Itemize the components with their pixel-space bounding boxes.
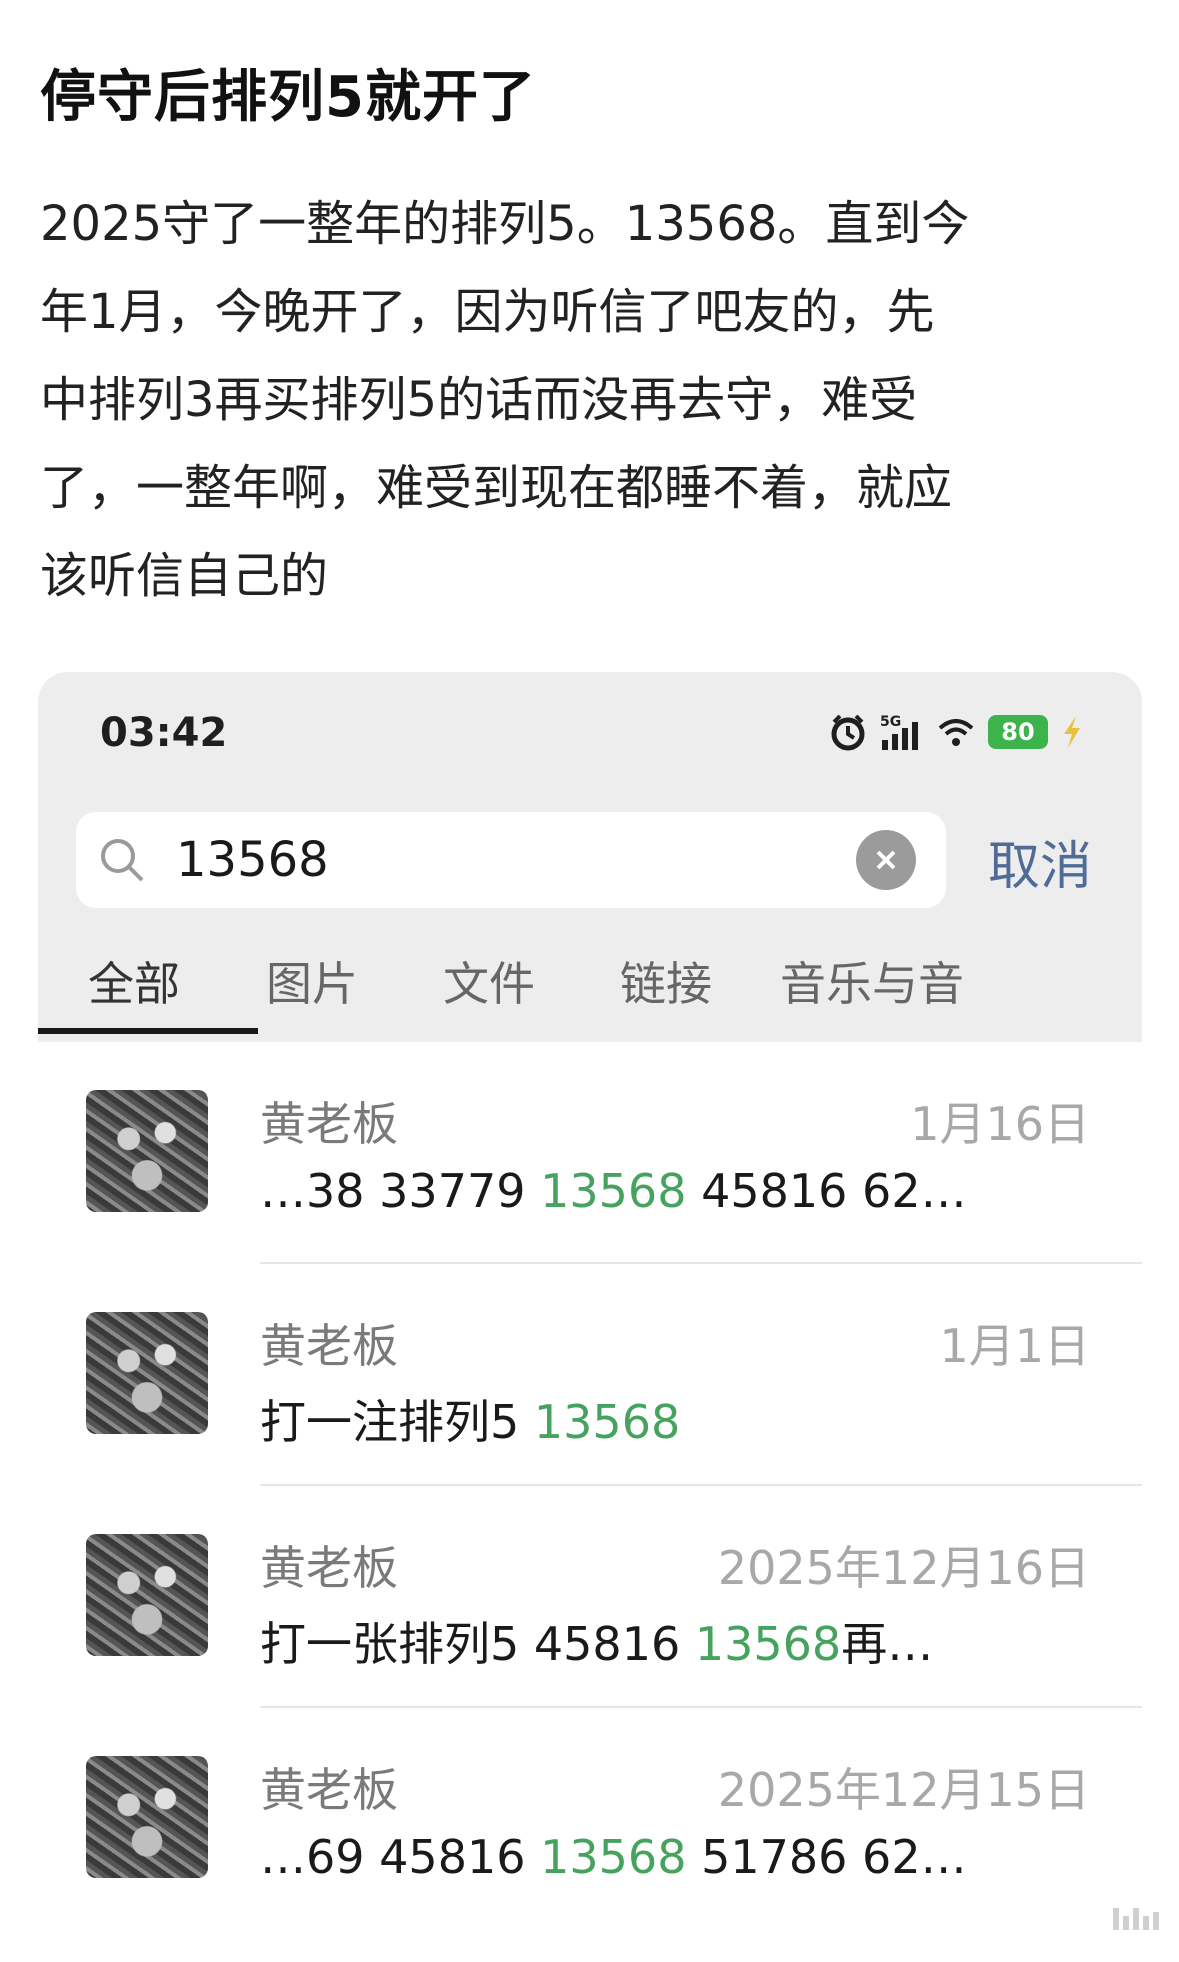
sender-name: 黄老板: [260, 1319, 398, 1373]
wifi-icon: [938, 719, 974, 746]
status-icons: 5G 80: [828, 710, 1084, 754]
cancel-button[interactable]: 取消: [988, 824, 1092, 899]
results-list: 黄老板 1月16日 …38 33779 13568 45816 62… 黄老板 …: [38, 1042, 1142, 1962]
signal-icon: 5G: [880, 714, 918, 750]
message-snippet: 打一张排列5 45816 13568再…: [260, 1617, 934, 1671]
tab-files[interactable]: 文件: [443, 948, 535, 1014]
tab-all[interactable]: 全部: [88, 948, 180, 1014]
search-icon: [101, 839, 144, 882]
search-tabs: 全部 图片 文件 链接 音乐与音: [38, 940, 1142, 1034]
post-body: 2025守了一整年的排列5。13568。直到今 年1月，今晚开了，因为听信了吧友…: [40, 196, 970, 604]
search-highlight: 13568: [694, 1617, 842, 1671]
active-tab-indicator: [38, 1028, 258, 1034]
list-item[interactable]: 黄老板 1月1日 打一注排列5 13568: [38, 1264, 1142, 1486]
charging-icon: [1064, 716, 1080, 748]
avatar: [86, 1312, 208, 1434]
battery-indicator: 80: [988, 715, 1048, 749]
network-label: 5G: [880, 714, 901, 730]
message-date: 1月1日: [939, 1319, 1090, 1373]
tab-images[interactable]: 图片: [266, 948, 358, 1014]
message-date: 1月16日: [910, 1097, 1090, 1151]
tab-links[interactable]: 链接: [620, 948, 712, 1014]
list-item[interactable]: 黄老板 2025年12月15日 …69 45816 13568 51786 62…: [38, 1708, 1142, 1930]
avatar: [86, 1090, 208, 1212]
sender-name: 黄老板: [260, 1097, 398, 1151]
sender-name: 黄老板: [260, 1763, 398, 1817]
list-item[interactable]: 黄老板 2025年12月16日 打一张排列5 45816 13568再…: [38, 1486, 1142, 1708]
list-item[interactable]: 黄老板 1月16日 …38 33779 13568 45816 62…: [38, 1042, 1142, 1264]
search-highlight: 13568: [540, 1830, 687, 1884]
embedded-screenshot: 03:42 5G 80 13568 取消 全部 图片 文件 链接 音乐与音 黄老…: [38, 672, 1142, 1962]
message-snippet: …38 33779 13568 45816 62…: [260, 1164, 967, 1218]
message-date: 2025年12月16日: [717, 1541, 1090, 1595]
tab-music[interactable]: 音乐与音: [780, 948, 964, 1014]
alarm-icon: [831, 714, 865, 751]
message-date: 2025年12月15日: [717, 1763, 1090, 1817]
search-highlight: 13568: [533, 1395, 681, 1449]
clear-icon[interactable]: [856, 830, 916, 890]
avatar: [86, 1756, 208, 1878]
watermark: [1113, 1908, 1159, 1930]
avatar: [86, 1534, 208, 1656]
status-time: 03:42: [100, 710, 228, 756]
search-highlight: 13568: [540, 1164, 687, 1218]
message-snippet: …69 45816 13568 51786 62…: [260, 1830, 967, 1884]
sender-name: 黄老板: [260, 1541, 398, 1595]
search-input[interactable]: 13568: [76, 812, 946, 908]
status-bar: 03:42 5G 80: [38, 672, 1142, 782]
message-snippet: 打一注排列5 13568: [260, 1395, 681, 1449]
search-query: 13568: [176, 832, 329, 888]
post-title: 停守后排列5就开了: [40, 65, 536, 130]
